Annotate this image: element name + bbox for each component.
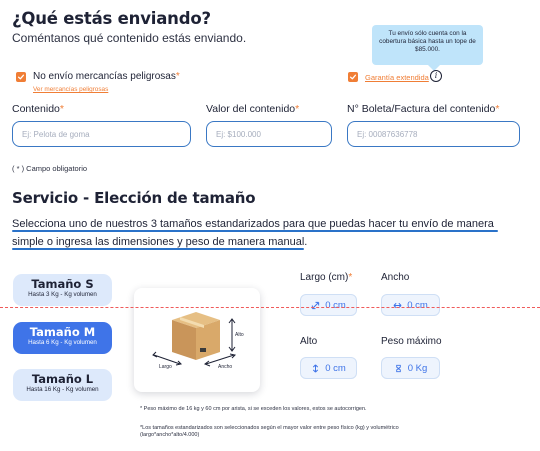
largo-value: 0 cm	[325, 299, 346, 311]
alto-input[interactable]: 0 cm	[300, 357, 357, 379]
box-icon	[152, 312, 237, 367]
description-underline	[12, 230, 498, 232]
check-icon	[17, 74, 25, 80]
size-s-detail: Hasta 3 Kg - Kg volumen	[28, 291, 97, 298]
box-illustration-card: Alto Largo Ancho	[134, 288, 260, 392]
invoice-input[interactable]	[347, 121, 520, 147]
peso-value: 0 Kg	[407, 362, 428, 374]
dangerous-goods-label-wrap: No envío mercancías peligrosas*	[33, 71, 180, 82]
guarantee-link[interactable]: Garantía extendida	[365, 73, 429, 82]
page-title: ¿Qué estás enviando?	[12, 9, 211, 28]
alto-label: Alto	[300, 336, 318, 347]
dangerous-goods-link[interactable]: Ver mercancías peligrosas	[33, 86, 108, 93]
description-underline	[12, 248, 304, 250]
ancho-label: Ancho	[381, 272, 410, 283]
dangerous-goods-checkbox[interactable]	[16, 72, 26, 82]
required-mark: *	[348, 272, 353, 283]
weight-icon	[395, 364, 401, 372]
dashed-divider	[0, 307, 540, 308]
box-ancho-label: Ancho	[218, 364, 233, 370]
size-s-name: Tamaño S	[31, 277, 94, 291]
dangerous-goods-label: No envío mercancías peligrosas	[33, 71, 176, 82]
service-title: Servicio - Elección de tamaño	[12, 189, 256, 207]
ancho-value: 0 cm	[407, 299, 428, 311]
coverage-tooltip: Tu envío sólo cuenta con la cobertura bá…	[372, 25, 483, 71]
size-l-name: Tamaño L	[31, 372, 94, 386]
largo-label: Largo (cm)	[300, 272, 349, 283]
required-mark: *	[295, 103, 300, 115]
peso-label: Peso máximo	[381, 336, 442, 347]
size-l-detail: Hasta 16 Kg - Kg volumen	[26, 386, 99, 393]
required-mark: *	[59, 103, 64, 115]
service-description: Selecciona uno de nuestros 3 tamaños est…	[12, 218, 494, 248]
size-m-detail: Hasta 6 Kg - Kg volumen	[28, 339, 97, 346]
box-largo-label: Largo	[159, 364, 172, 370]
value-label-text: Valor del contenido	[206, 103, 296, 115]
size-s-button[interactable]: Tamaño S Hasta 3 Kg - Kg volumen	[13, 274, 112, 306]
max-weight-note: * Peso máximo de 16 kg y 60 cm por arist…	[140, 406, 367, 412]
value-input[interactable]	[206, 121, 332, 147]
required-mark: *	[495, 103, 500, 115]
check-icon	[349, 74, 357, 80]
size-l-button[interactable]: Tamaño L Hasta 16 Kg - Kg volumen	[13, 369, 112, 401]
content-input[interactable]	[12, 121, 191, 147]
invoice-label-text: N° Boleta/Factura del contenido	[347, 103, 496, 115]
invoice-field-label: N° Boleta/Factura del contenido*	[347, 103, 499, 115]
ancho-input[interactable]: 0 cm	[381, 294, 440, 316]
size-m-button[interactable]: Tamaño M Hasta 6 Kg - Kg volumen	[13, 322, 112, 354]
guarantee-checkbox[interactable]	[348, 72, 358, 82]
horizontal-arrows-icon	[393, 302, 402, 308]
largo-label-wrap: Largo (cm)*	[300, 272, 352, 283]
content-label-text: Contenido	[12, 103, 60, 115]
size-criteria-note: *Los tamaños estandarizados son seleccio…	[140, 425, 399, 438]
alto-value: 0 cm	[325, 362, 346, 374]
required-mark: *	[175, 71, 180, 82]
size-m-name: Tamaño M	[29, 325, 96, 339]
value-field-label: Valor del contenido*	[206, 103, 299, 115]
peso-input[interactable]: 0 Kg	[381, 357, 440, 379]
vertical-arrows-icon	[313, 364, 319, 372]
page-subtitle: Coméntanos qué contenido estás enviando.	[12, 31, 247, 45]
box-alto-label: Alto	[235, 332, 244, 338]
content-field-label: Contenido*	[12, 103, 64, 115]
info-icon[interactable]: i	[430, 70, 442, 82]
largo-input[interactable]: 0 cm	[300, 294, 357, 316]
diagonal-arrows-icon	[312, 301, 320, 309]
required-note: ( * ) Campo obligatorio	[12, 164, 88, 173]
